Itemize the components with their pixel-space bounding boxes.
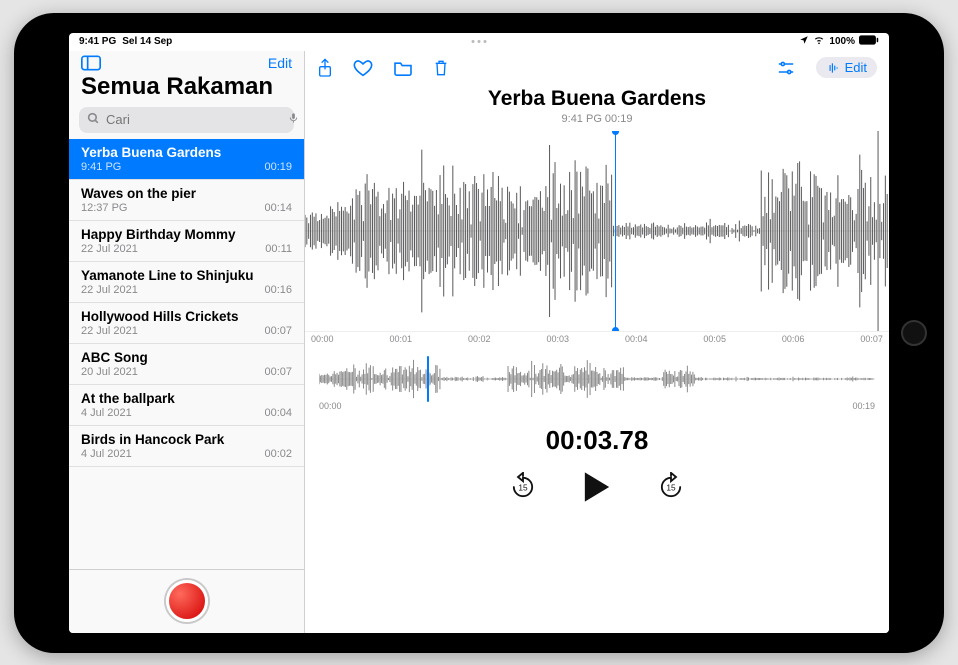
list-item-duration: 00:19 — [264, 161, 292, 173]
sidebar-edit-button[interactable]: Edit — [268, 55, 292, 71]
timeline-tick: 00:05 — [703, 334, 726, 344]
status-time: 9:41 PG — [79, 36, 116, 47]
list-item-title: Waves on the pier — [81, 186, 292, 201]
list-item-duration: 00:07 — [264, 366, 292, 378]
scrub-end-label: 00:19 — [852, 401, 875, 411]
skip-back-button[interactable]: 15 — [508, 472, 538, 507]
screen: 9:41 PG Sel 14 Sep 100% — [69, 33, 889, 633]
recording-subtitle: 9:41 PG 00:19 — [305, 113, 889, 125]
list-item-meta: 22 Jul 2021 — [81, 325, 138, 337]
timeline-tick: 00:02 — [468, 334, 491, 344]
favorite-icon[interactable] — [353, 59, 373, 77]
waveform-main[interactable] — [305, 131, 889, 331]
recording-list-item[interactable]: Hollywood Hills Crickets22 Jul 2021 00:07 — [69, 303, 304, 344]
location-icon — [799, 35, 809, 48]
recording-list-item[interactable]: Yerba Buena Gardens9:41 PG 00:19 — [69, 139, 304, 180]
list-item-duration: 00:02 — [264, 448, 292, 460]
list-item-meta: 9:41 PG — [81, 161, 121, 173]
record-button[interactable] — [166, 580, 208, 622]
list-item-title: Hollywood Hills Crickets — [81, 309, 292, 324]
battery-icon — [859, 35, 879, 48]
edit-recording-button[interactable]: Edit — [816, 57, 877, 78]
main-panel: Edit Yerba Buena Gardens 9:41 PG 00:19 0… — [305, 51, 889, 633]
edit-recording-label: Edit — [845, 60, 867, 75]
multitask-dots[interactable] — [472, 40, 487, 43]
svg-text:15: 15 — [666, 482, 676, 492]
list-item-duration: 00:07 — [264, 325, 292, 337]
playback-timer: 00:03.78 — [305, 425, 889, 456]
search-field[interactable] — [79, 107, 294, 133]
list-item-title: Happy Birthday Mommy — [81, 227, 292, 242]
search-input[interactable] — [106, 112, 282, 127]
list-item-duration: 00:04 — [264, 407, 292, 419]
list-item-title: Birds in Hancock Park — [81, 432, 292, 447]
svg-text:15: 15 — [518, 482, 528, 492]
record-area — [69, 569, 304, 633]
timeline-tick: 00:04 — [625, 334, 648, 344]
list-item-title: ABC Song — [81, 350, 292, 365]
list-item-duration: 00:11 — [265, 243, 292, 255]
timeline-tick: 00:01 — [389, 334, 412, 344]
list-item-title: Yerba Buena Gardens — [81, 145, 292, 160]
home-button[interactable] — [901, 320, 927, 346]
recording-list[interactable]: Yerba Buena Gardens9:41 PG 00:19 Waves on … — [69, 139, 304, 569]
status-date: Sel 14 Sep — [122, 36, 172, 47]
share-icon[interactable] — [317, 58, 333, 78]
mic-icon[interactable] — [288, 111, 299, 128]
folder-icon[interactable] — [393, 60, 413, 76]
recording-list-item[interactable]: ABC Song20 Jul 2021 00:07 — [69, 344, 304, 385]
scrub-start-label: 00:00 — [319, 401, 342, 411]
list-item-duration: 00:16 — [264, 284, 292, 296]
play-button[interactable] — [582, 470, 612, 509]
recording-list-item[interactable]: At the ballpark4 Jul 2021 00:04 — [69, 385, 304, 426]
list-item-title: Yamanote Line to Shinjuku — [81, 268, 292, 283]
ipad-device: 9:41 PG Sel 14 Sep 100% — [14, 13, 944, 653]
timeline-tick: 00:00 — [311, 334, 334, 344]
skip-forward-button[interactable]: 15 — [656, 472, 686, 507]
search-icon — [87, 112, 100, 128]
list-item-meta: 4 Jul 2021 — [81, 448, 132, 460]
battery-percent: 100% — [829, 36, 855, 47]
sidebar-title: Semua Rakaman — [69, 71, 304, 107]
timeline-tick: 00:07 — [860, 334, 883, 344]
playback-controls: 15 15 — [305, 470, 889, 509]
recording-title: Yerba Buena Gardens — [305, 87, 889, 111]
waveform-overview[interactable] — [319, 359, 875, 399]
list-item-meta: 20 Jul 2021 — [81, 366, 138, 378]
list-item-duration: 00:14 — [264, 202, 292, 214]
main-toolbar: Edit — [305, 51, 889, 85]
list-item-meta: 22 Jul 2021 — [81, 243, 138, 255]
list-item-title: At the ballpark — [81, 391, 292, 406]
list-item-meta: 22 Jul 2021 — [81, 284, 138, 296]
options-icon[interactable] — [776, 60, 796, 76]
wifi-icon — [813, 35, 825, 48]
status-bar: 9:41 PG Sel 14 Sep 100% — [69, 33, 889, 51]
sidebar-toggle-icon[interactable] — [81, 55, 101, 71]
recording-list-item[interactable]: Birds in Hancock Park4 Jul 2021 00:02 — [69, 426, 304, 467]
playhead[interactable] — [615, 131, 616, 331]
trash-icon[interactable] — [433, 58, 449, 78]
list-item-meta: 4 Jul 2021 — [81, 407, 132, 419]
sidebar: Edit Semua Rakaman Yerba Buena Gardens9:… — [69, 51, 305, 633]
timeline-ruler: 00:00 00:01 00:02 00:03 00:04 00:05 00:06 00:07 — [305, 331, 889, 347]
recording-list-item[interactable]: Waves on the pier12:37 PG 00:14 — [69, 180, 304, 221]
list-item-meta: 12:37 PG — [81, 202, 127, 214]
recording-list-item[interactable]: Yamanote Line to Shinjuku22 Jul 2021 00:1… — [69, 262, 304, 303]
recording-list-item[interactable]: Happy Birthday Mommy22 Jul 2021 00:11 — [69, 221, 304, 262]
timeline-tick: 00:03 — [546, 334, 569, 344]
timeline-tick: 00:06 — [782, 334, 805, 344]
